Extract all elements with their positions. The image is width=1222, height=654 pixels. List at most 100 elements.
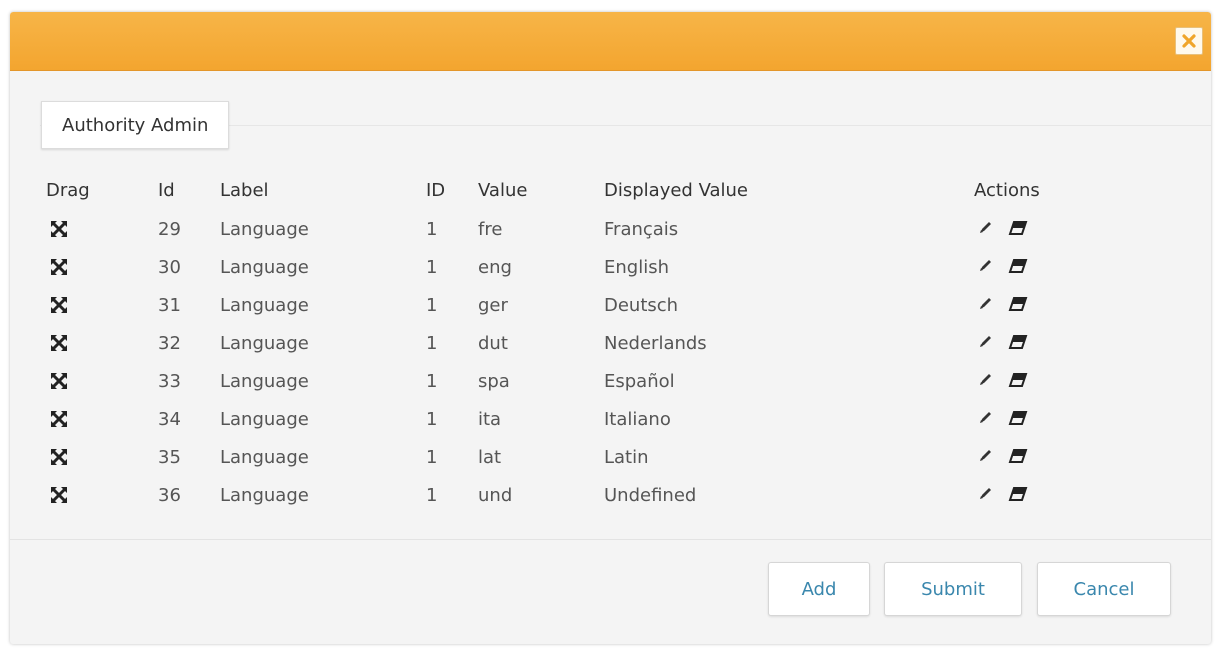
pencil-icon — [980, 411, 991, 423]
cell-displayed-value: Deutsch — [604, 294, 679, 316]
cell-actions — [974, 438, 1094, 476]
delete-button[interactable] — [1008, 447, 1028, 468]
edit-button[interactable] — [978, 447, 994, 468]
drag-handle[interactable] — [46, 210, 158, 248]
drag-handle[interactable] — [46, 476, 158, 514]
move-arrows-icon — [51, 221, 67, 237]
edit-button[interactable] — [978, 295, 994, 316]
eraser-icon — [1008, 486, 1028, 501]
close-button[interactable] — [1175, 27, 1203, 55]
cell-id: 33 — [158, 370, 181, 392]
cell-label: Language — [220, 332, 309, 354]
header-ID: ID — [426, 179, 446, 201]
cell-displayed-value: Italiano — [604, 408, 671, 430]
header-id: Id — [158, 179, 175, 201]
cell-ID: 1 — [426, 294, 438, 316]
edit-button[interactable] — [978, 219, 994, 240]
table-header-row: Drag Id Label ID Value Displayed Value A… — [46, 170, 1094, 210]
move-arrows-icon — [51, 487, 67, 503]
cell-value: und — [478, 484, 513, 506]
eraser-icon — [1008, 258, 1028, 273]
cell-id: 36 — [158, 484, 181, 506]
cell-ID: 1 — [426, 484, 438, 506]
delete-button[interactable] — [1008, 295, 1028, 316]
cell-label: Language — [220, 484, 309, 506]
cell-actions — [974, 324, 1094, 362]
drag-handle[interactable] — [46, 324, 158, 362]
move-arrows-icon — [51, 297, 67, 313]
pencil-icon — [980, 259, 991, 271]
cell-id: 32 — [158, 332, 181, 354]
table-row: 32 Language 1 dut Nederlands — [46, 324, 1094, 362]
move-arrows-icon — [51, 411, 67, 427]
cell-id: 30 — [158, 256, 181, 278]
cell-actions — [974, 476, 1094, 514]
pencil-icon — [980, 487, 991, 499]
table-row: 34 Language 1 ita Italiano — [46, 400, 1094, 438]
delete-button[interactable] — [1008, 485, 1028, 506]
edit-button[interactable] — [978, 485, 994, 506]
authority-admin-dialog: Authority Admin Drag Id Label ID Value D… — [10, 12, 1211, 644]
cell-displayed-value: Español — [604, 370, 675, 392]
delete-button[interactable] — [1008, 257, 1028, 278]
cell-value: eng — [478, 256, 512, 278]
eraser-icon — [1008, 372, 1028, 387]
cell-ID: 1 — [426, 370, 438, 392]
move-arrows-icon — [51, 449, 67, 465]
submit-button[interactable]: Submit — [884, 562, 1022, 616]
pencil-icon — [980, 373, 991, 385]
table-row: 35 Language 1 lat Latin — [46, 438, 1094, 476]
eraser-icon — [1008, 296, 1028, 311]
delete-button[interactable] — [1008, 333, 1028, 354]
eraser-icon — [1008, 220, 1028, 235]
cancel-button[interactable]: Cancel — [1037, 562, 1171, 616]
edit-button[interactable] — [978, 333, 994, 354]
table-row: 30 Language 1 eng English — [46, 248, 1094, 286]
cell-label: Language — [220, 218, 309, 240]
cell-actions — [974, 362, 1094, 400]
drag-handle[interactable] — [46, 362, 158, 400]
cell-displayed-value: English — [604, 256, 669, 278]
cell-label: Language — [220, 446, 309, 468]
authority-table: Drag Id Label ID Value Displayed Value A… — [46, 170, 1094, 514]
delete-button[interactable] — [1008, 409, 1028, 430]
cell-displayed-value: Français — [604, 218, 679, 240]
cell-id: 35 — [158, 446, 181, 468]
tab-authority-admin[interactable]: Authority Admin — [41, 101, 230, 149]
cell-displayed-value: Undefined — [604, 484, 697, 506]
eraser-icon — [1008, 334, 1028, 349]
dialog-titlebar — [10, 12, 1211, 71]
pencil-icon — [980, 449, 991, 461]
move-arrows-icon — [51, 373, 67, 389]
cell-ID: 1 — [426, 332, 438, 354]
drag-handle[interactable] — [46, 438, 158, 476]
drag-handle[interactable] — [46, 248, 158, 286]
edit-button[interactable] — [978, 257, 994, 278]
table-row: 31 Language 1 ger Deutsch — [46, 286, 1094, 324]
cell-value: ger — [478, 294, 508, 316]
cell-value: ita — [478, 408, 502, 430]
cell-label: Language — [220, 294, 309, 316]
cell-value: dut — [478, 332, 508, 354]
header-drag: Drag — [46, 179, 90, 201]
cell-id: 34 — [158, 408, 181, 430]
cell-displayed-value: Latin — [604, 446, 649, 468]
move-arrows-icon — [51, 259, 67, 275]
eraser-icon — [1008, 448, 1028, 463]
delete-button[interactable] — [1008, 219, 1028, 240]
cell-actions — [974, 286, 1094, 324]
cell-id: 29 — [158, 218, 181, 240]
cell-value: lat — [478, 446, 502, 468]
drag-handle[interactable] — [46, 400, 158, 438]
cell-ID: 1 — [426, 218, 438, 240]
add-button[interactable]: Add — [768, 562, 870, 616]
edit-button[interactable] — [978, 371, 994, 392]
table-row: 36 Language 1 und Undefined — [46, 476, 1094, 514]
cell-displayed-value: Nederlands — [604, 332, 707, 354]
pencil-icon — [980, 335, 991, 347]
drag-handle[interactable] — [46, 286, 158, 324]
cell-id: 31 — [158, 294, 181, 316]
delete-button[interactable] — [1008, 371, 1028, 392]
edit-button[interactable] — [978, 409, 994, 430]
header-displayed-value: Displayed Value — [604, 179, 748, 201]
